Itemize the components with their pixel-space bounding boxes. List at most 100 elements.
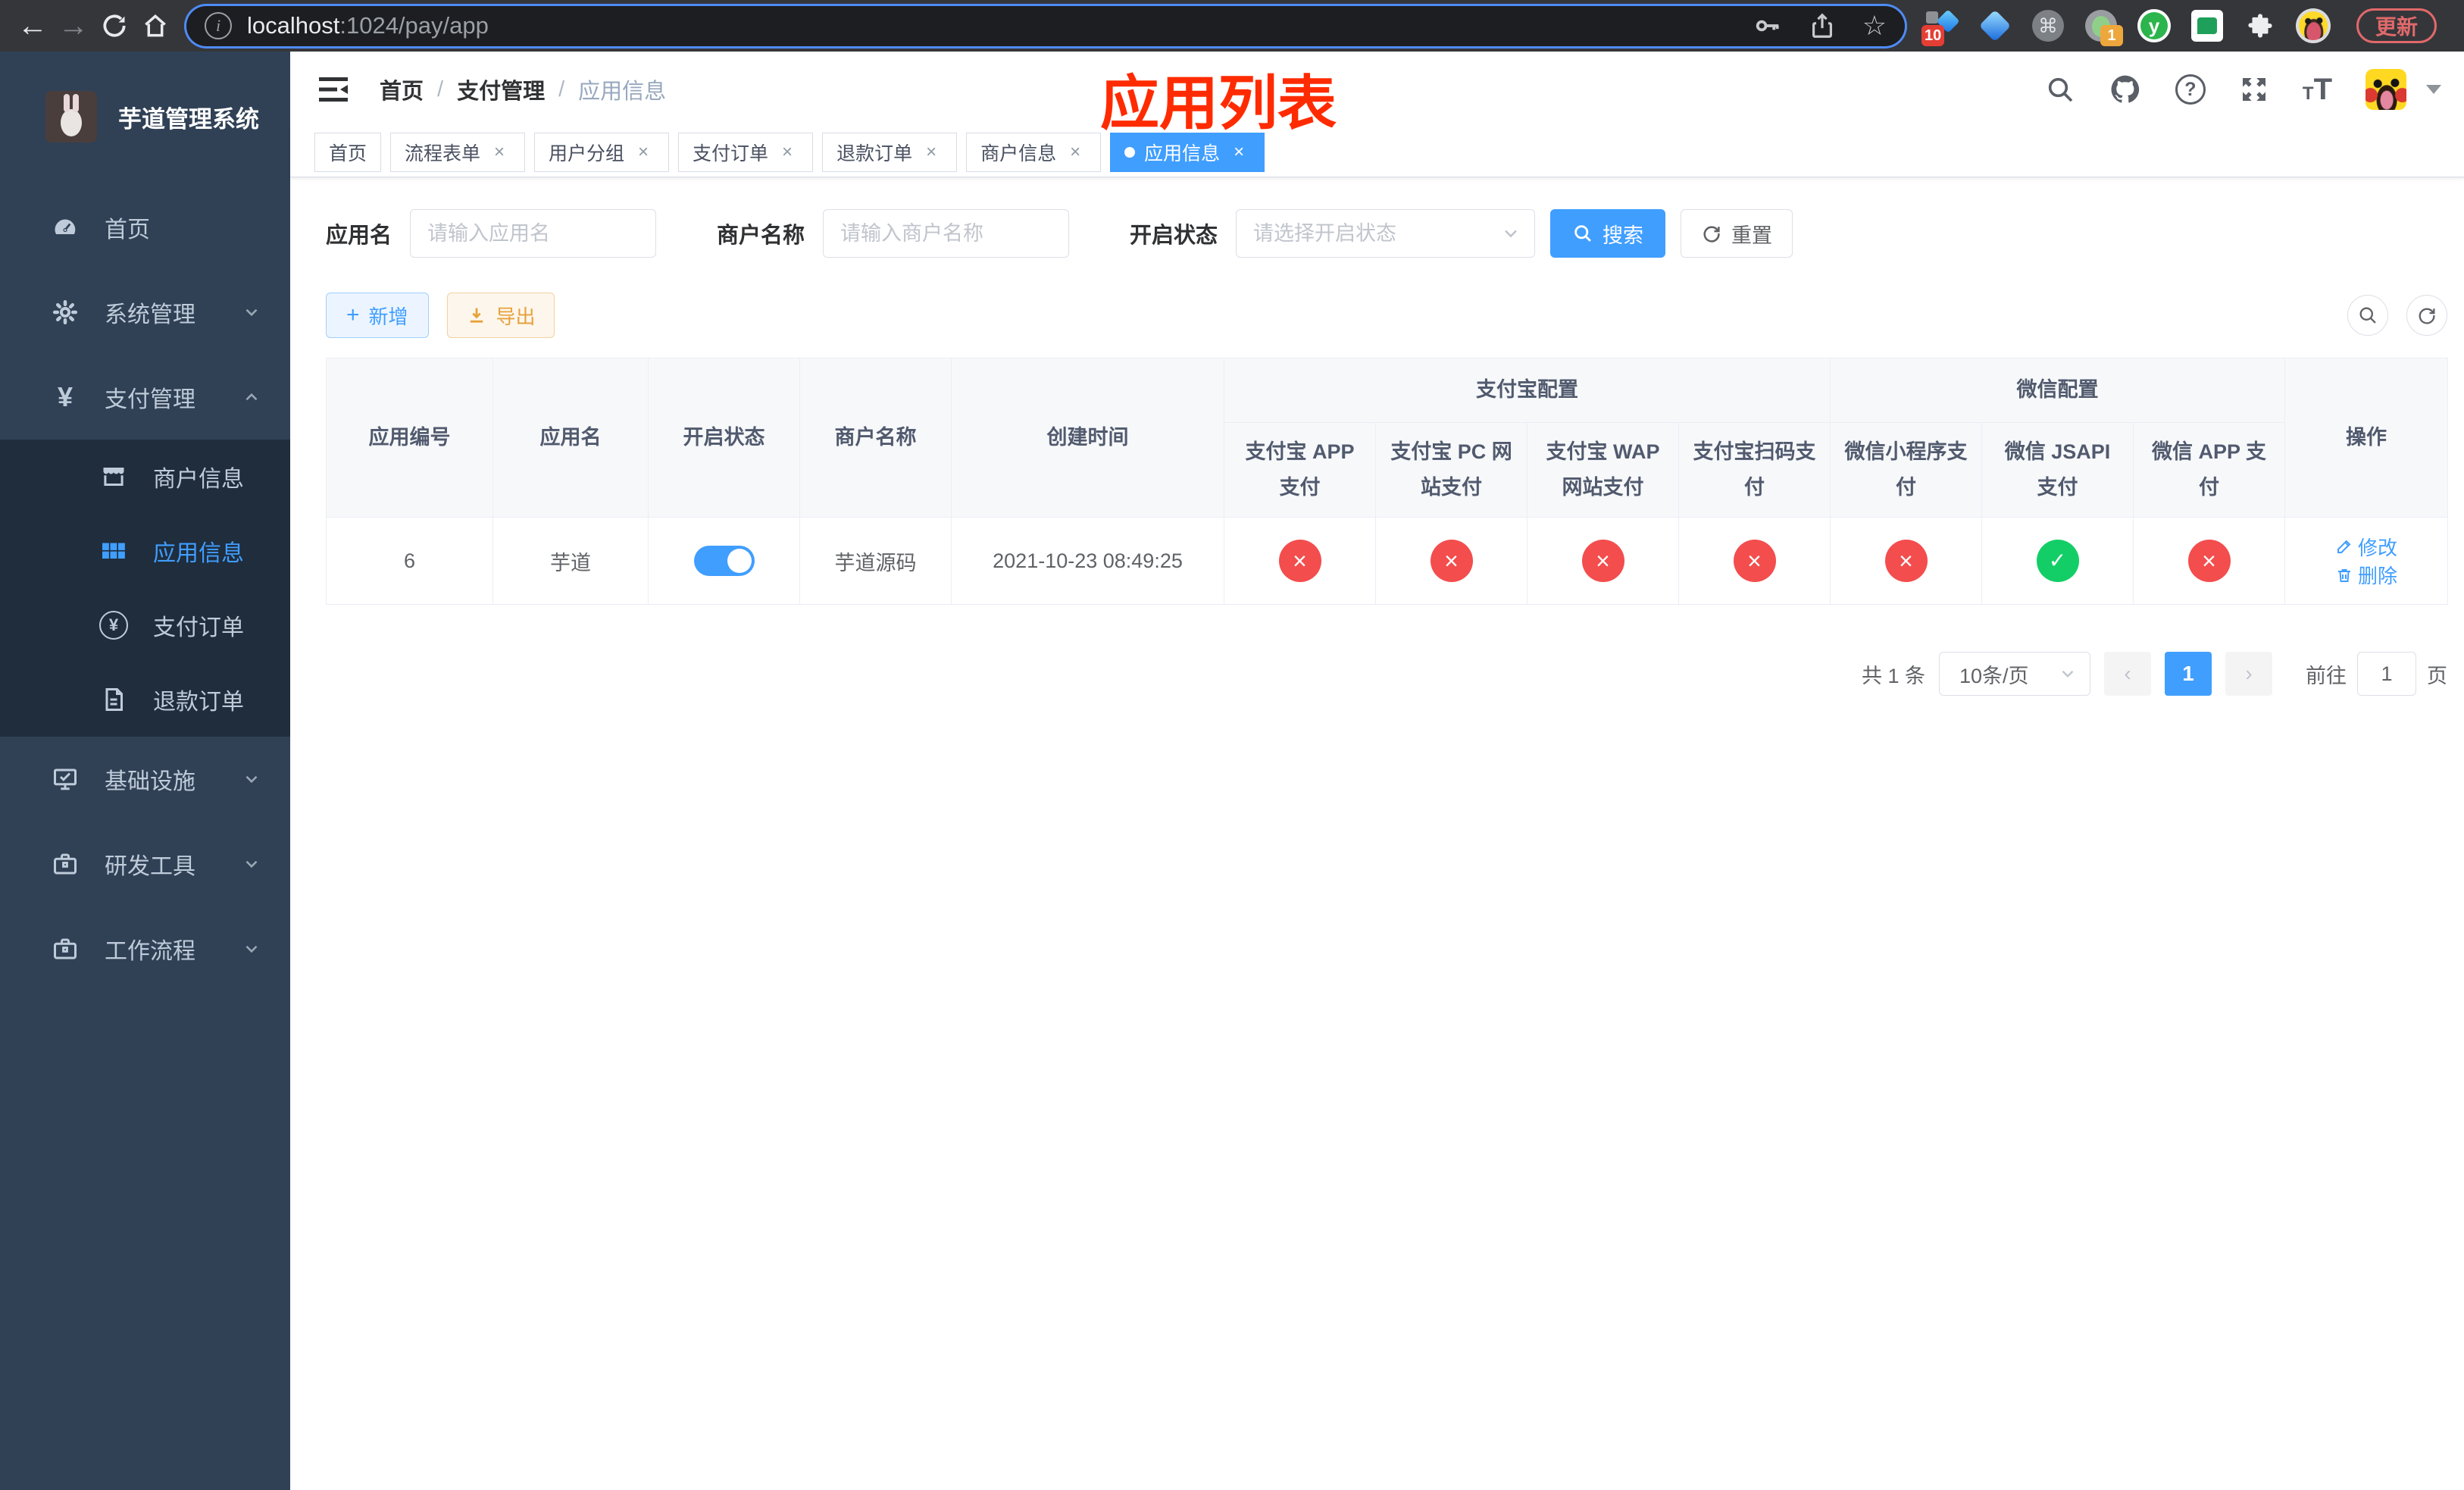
tab-refund-order[interactable]: 退款订单	[822, 132, 958, 172]
site-info-icon[interactable]: i	[205, 12, 232, 39]
tab-process-form[interactable]: 流程表单	[390, 132, 526, 172]
browser-reload-icon[interactable]	[94, 5, 135, 46]
sidebar-item-home[interactable]: 首页	[0, 185, 290, 270]
sidebar-item-workflow[interactable]: 工作流程	[0, 906, 290, 991]
breadcrumb-home[interactable]: 首页	[380, 74, 424, 105]
search-icon[interactable]	[2045, 74, 2075, 105]
search-button[interactable]: 搜索	[1550, 209, 1666, 258]
merchant-name-input[interactable]	[823, 209, 1070, 258]
extension-gem-icon[interactable]	[1978, 8, 2012, 43]
group-alipay-config: 支付宝配置	[1224, 358, 1831, 423]
toggle-search-icon[interactable]	[2347, 295, 2388, 336]
breadcrumb-separator: /	[437, 77, 444, 102]
app-window: 芋道管理系统 首页 系统管理 ¥ 支付管理 商户信息 应用信息 ¥ 支付订单 退…	[0, 52, 2464, 1490]
sidebar-logo[interactable]: 芋道管理系统	[0, 52, 290, 182]
chevron-down-icon	[242, 939, 261, 959]
sidebar-item-label: 基础设施	[105, 769, 195, 794]
close-icon[interactable]	[632, 141, 655, 164]
close-icon[interactable]	[1064, 141, 1087, 164]
profile-emoji-icon[interactable]	[2296, 8, 2331, 43]
cell-app-name: 芋道	[492, 517, 649, 605]
tags-view: 首页 流程表单 用户分组 支付订单 退款订单 商户信息 应用信息	[290, 127, 2464, 177]
sidebar-item-merchant-info[interactable]: 商户信息	[0, 440, 290, 514]
status-select-input[interactable]	[1236, 209, 1536, 258]
browser-back-icon[interactable]: ←	[12, 5, 53, 46]
github-icon[interactable]	[2109, 73, 2142, 106]
shop-icon	[97, 463, 130, 490]
user-avatar[interactable]	[2366, 69, 2406, 110]
close-icon[interactable]	[488, 141, 511, 164]
sidebar-item-label: 退款订单	[153, 690, 244, 715]
goto-page-input[interactable]	[2357, 652, 2416, 696]
document-icon	[97, 686, 130, 713]
page-size-select[interactable]: 10条/页	[1939, 652, 2090, 696]
col-status: 开启状态	[648, 358, 800, 518]
extension-badge: 10	[1921, 25, 1945, 46]
app-name-input[interactable]	[410, 209, 657, 258]
browser-update-button[interactable]: 更新	[2356, 8, 2437, 43]
sidebar-item-system[interactable]: 系统管理	[0, 270, 290, 355]
fullscreen-icon[interactable]	[2239, 74, 2269, 105]
sidebar-item-label: 系统管理	[105, 302, 195, 327]
col-alipay-wap: 支付宝 WAP 网站支付	[1527, 422, 1679, 518]
add-button[interactable]: 新增	[326, 293, 429, 338]
sidebar-item-payment[interactable]: ¥ 支付管理	[0, 355, 290, 440]
export-button[interactable]: 导出	[446, 293, 555, 338]
sidebar-item-infrastructure[interactable]: 基础设施	[0, 737, 290, 822]
col-alipay-pc: 支付宝 PC 网站支付	[1375, 422, 1527, 518]
extension-command-icon[interactable]: ⌘	[2031, 8, 2065, 43]
sidebar-item-label: 工作流程	[105, 939, 195, 964]
tab-user-group[interactable]: 用户分组	[534, 132, 670, 172]
browser-forward-icon[interactable]: →	[53, 5, 94, 46]
browser-toolbar: ← → i localhost:1024/pay/app ☆ 10 ⌘ 1 y …	[0, 0, 2464, 52]
channel-status-icon: ×	[1733, 540, 1776, 582]
tab-merchant-info[interactable]: 商户信息	[966, 132, 1102, 172]
pay-circle-icon	[97, 611, 130, 640]
extensions-puzzle-icon[interactable]	[2243, 8, 2278, 43]
gear-icon	[48, 299, 82, 326]
edit-link[interactable]: 修改	[2335, 533, 2397, 561]
delete-link[interactable]: 删除	[2335, 561, 2397, 589]
tab-pay-order[interactable]: 支付订单	[678, 132, 814, 172]
share-icon[interactable]	[1808, 11, 1837, 40]
sidebar-item-app-info[interactable]: 应用信息	[0, 514, 290, 588]
status-select[interactable]	[1236, 209, 1536, 258]
col-created: 创建时间	[951, 358, 1224, 518]
browser-address-bar[interactable]: i localhost:1024/pay/app ☆	[186, 5, 1905, 46]
app-title: 芋道管理系统	[118, 105, 259, 133]
extension-avatar-icon[interactable]: 1	[2084, 8, 2123, 46]
dashboard-icon	[48, 214, 82, 241]
app-name-label: 应用名	[326, 224, 392, 248]
table-toolbar: 新增 导出	[326, 293, 2447, 338]
font-size-icon[interactable]	[2303, 73, 2332, 107]
refresh-icon[interactable]	[2406, 295, 2447, 336]
sidebar-item-refund-order[interactable]: 退款订单	[0, 662, 290, 737]
extension-chat-icon[interactable]	[2190, 8, 2225, 43]
extension-tasks-icon[interactable]: 10	[1921, 8, 1960, 46]
help-icon[interactable]: ?	[2175, 74, 2206, 105]
close-icon[interactable]	[776, 141, 799, 164]
extension-y-icon[interactable]: y	[2137, 8, 2172, 43]
breadcrumb-payment[interactable]: 支付管理	[457, 74, 545, 105]
next-page-button[interactable]	[2225, 652, 2272, 696]
navbar-actions: ?	[2045, 69, 2441, 110]
sidebar-item-dev-tools[interactable]: 研发工具	[0, 822, 290, 906]
tab-home[interactable]: 首页	[314, 132, 382, 172]
close-icon[interactable]	[920, 141, 943, 164]
chevron-down-icon	[242, 769, 261, 789]
password-key-icon[interactable]	[1753, 11, 1782, 40]
page-number-button[interactable]: 1	[2165, 652, 2212, 696]
reset-button[interactable]: 重置	[1681, 209, 1793, 258]
grid-icon	[97, 537, 130, 565]
bookmark-star-icon[interactable]: ☆	[1862, 10, 1887, 42]
sidebar-item-pay-order[interactable]: 支付订单	[0, 588, 290, 662]
status-toggle[interactable]	[693, 546, 755, 576]
browser-home-icon[interactable]	[135, 5, 176, 46]
prev-page-button[interactable]	[2104, 652, 2151, 696]
sidebar-collapse-icon[interactable]	[317, 76, 349, 103]
avatar-caret-icon[interactable]	[2426, 85, 2441, 94]
close-icon[interactable]	[1227, 141, 1250, 164]
app-table: 应用编号 应用名 开启状态 商户名称 创建时间 支付宝配置 微信配置 操作 支付…	[326, 358, 2449, 605]
sidebar-item-label: 支付订单	[153, 615, 244, 640]
channel-status-icon: ×	[1884, 540, 1928, 582]
